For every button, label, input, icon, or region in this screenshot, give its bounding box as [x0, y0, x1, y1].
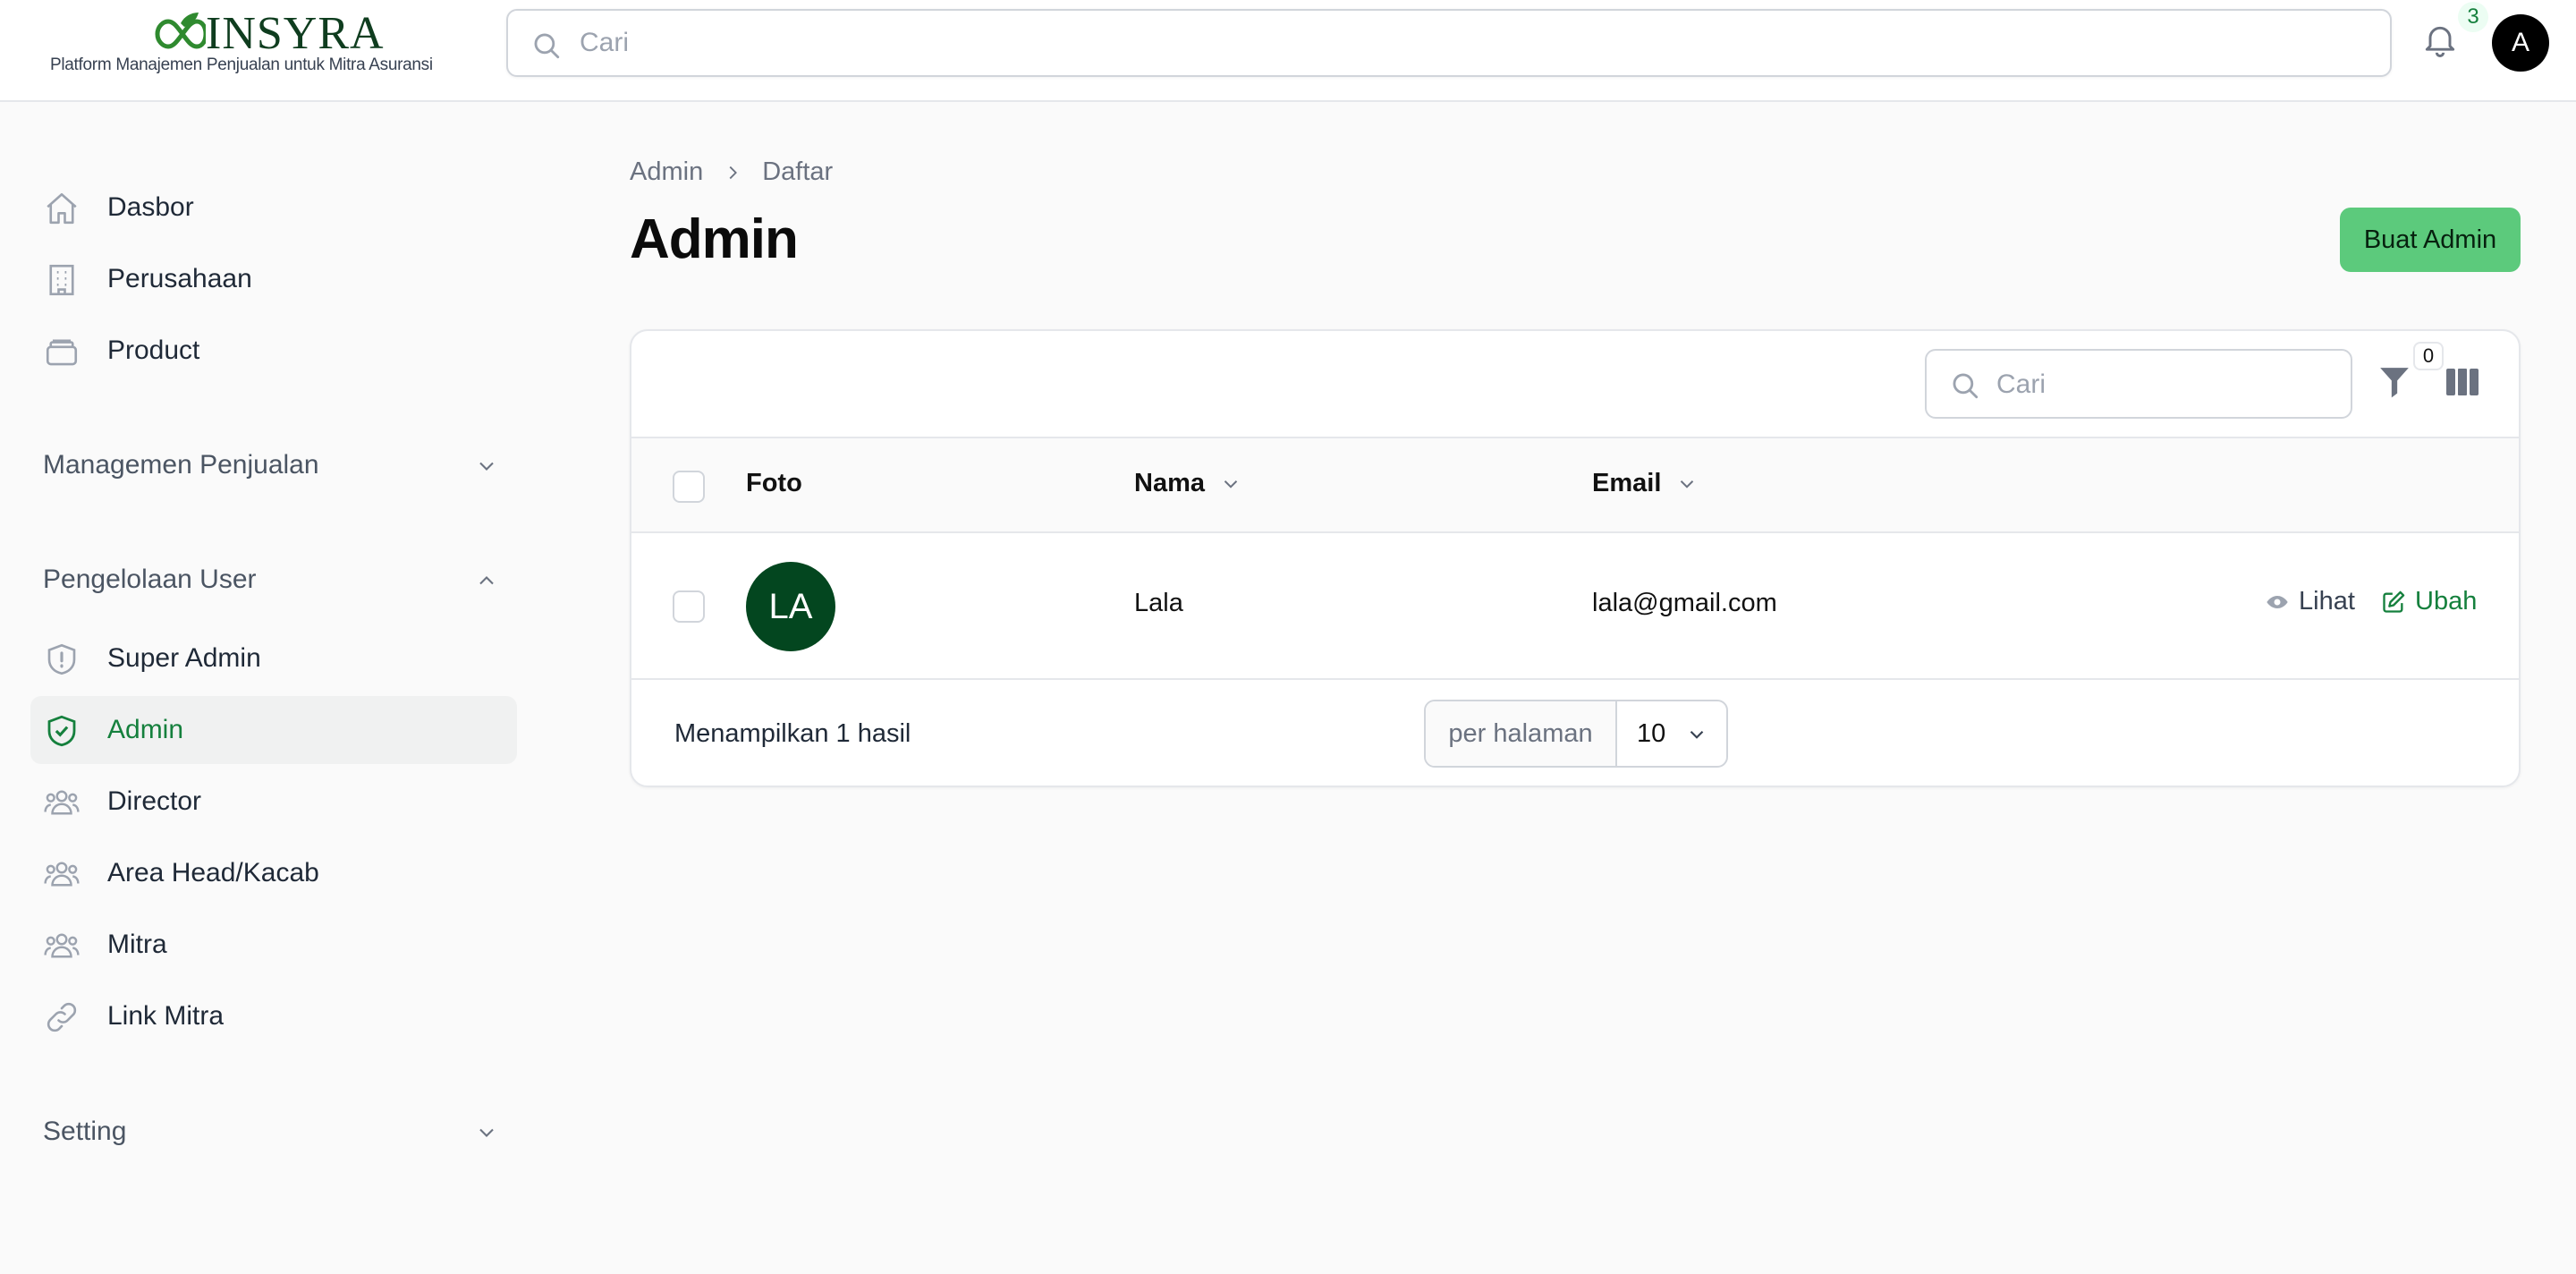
table-search[interactable]: [1925, 349, 2352, 419]
column-label: Email: [1592, 469, 1662, 497]
group-pengelolaan-user[interactable]: Pengelolaan User: [43, 557, 499, 602]
user-group-icon: [43, 927, 80, 964]
box-icon: [43, 333, 80, 370]
sidebar-item-admin[interactable]: Admin: [30, 696, 517, 764]
filter-button[interactable]: [2377, 363, 2413, 403]
top-bar: INSYRA Platform Manajemen Penjualan untu…: [0, 0, 2576, 102]
chevron-down-icon: [1690, 730, 1704, 739]
user-group-icon: [43, 784, 80, 821]
brand-name: INSYRA: [206, 8, 385, 59]
group-label: Managemen Penjualan: [43, 450, 319, 480]
bell-icon: [2425, 26, 2455, 57]
search-icon: [534, 33, 560, 59]
admin-table-card: 0 Foto Nama Email LA Lala lala@gmail.com…: [630, 329, 2521, 787]
row-checkbox[interactable]: [673, 590, 705, 623]
sidebar-item-label: Director: [107, 786, 202, 816]
notification-badge: 3: [2458, 2, 2488, 32]
per-page-select[interactable]: per halaman 10: [1424, 700, 1728, 768]
global-search[interactable]: [506, 9, 2392, 77]
global-search-input[interactable]: [580, 23, 2351, 63]
sidebar-item-label: Perusahaan: [107, 264, 252, 293]
sidebar-item-label: Dasbor: [107, 192, 194, 222]
breadcrumb-daftar: Daftar: [762, 157, 834, 186]
shield-check-icon: [43, 712, 80, 750]
group-managemen-penjualan[interactable]: Managemen Penjualan: [43, 443, 499, 488]
edit-action[interactable]: Ubah: [2381, 587, 2477, 616]
group-label: Setting: [43, 1117, 127, 1146]
cell-email: lala@gmail.com: [1592, 589, 1777, 617]
sort-chevron-down-icon: [1681, 480, 1694, 488]
table-search-input[interactable]: [1996, 365, 2336, 404]
shield-exclamation-icon: [43, 641, 80, 678]
notifications-button[interactable]: [2420, 21, 2463, 64]
eye-icon: [2267, 595, 2288, 608]
per-page-value: 10: [1637, 719, 1666, 748]
column-header-foto: Foto: [746, 469, 802, 498]
table-header: Foto Nama Email: [631, 437, 2519, 533]
sidebar-item-label: Link Mitra: [107, 1001, 225, 1031]
brand-logo[interactable]: INSYRA Platform Manajemen Penjualan untu…: [50, 9, 470, 81]
edit-label: Ubah: [2415, 587, 2478, 616]
sidebar-item-label: Area Head/Kacab: [107, 858, 319, 888]
sidebar-item-label: Admin: [107, 715, 184, 744]
table-footer: Menampilkan 1 hasil per halaman 10: [631, 680, 2519, 786]
sidebar-item-director[interactable]: Director: [30, 768, 517, 836]
sidebar-item-mitra[interactable]: Mitra: [30, 911, 517, 979]
columns-toggle-button[interactable]: [2445, 367, 2479, 397]
chevron-right-icon: [729, 166, 738, 179]
sidebar-item-dasbor[interactable]: Dasbor: [30, 174, 517, 242]
columns-icon: [2446, 369, 2479, 395]
user-avatar[interactable]: A: [2492, 14, 2549, 72]
filter-count-badge: 0: [2413, 342, 2444, 370]
cell-nama: Lala: [1134, 589, 1183, 617]
column-header-nama[interactable]: Nama: [1134, 469, 1242, 498]
chevron-down-icon: [479, 1128, 494, 1137]
building-icon: [43, 261, 80, 299]
view-action[interactable]: Lihat: [2265, 587, 2355, 616]
breadcrumb-admin[interactable]: Admin: [630, 157, 703, 187]
user-group-icon: [43, 855, 80, 893]
sidebar-item-perusahaan[interactable]: Perusahaan: [30, 245, 517, 313]
sidebar-item-product[interactable]: Product: [30, 317, 517, 385]
infinity-leaf-icon: [155, 13, 206, 49]
per-page-label: per halaman: [1426, 701, 1617, 766]
column-label: Foto: [746, 469, 802, 497]
avatar: LA: [746, 562, 835, 651]
filter-icon: [2380, 368, 2409, 398]
sort-chevron-down-icon: [1224, 480, 1238, 488]
edit-icon: [2383, 590, 2405, 613]
page-title: Admin: [630, 208, 799, 270]
home-icon: [43, 190, 80, 227]
breadcrumb: Admin Daftar: [630, 157, 833, 187]
result-count: Menampilkan 1 hasil: [674, 719, 911, 748]
column-header-email[interactable]: Email: [1592, 469, 1699, 498]
sidebar: Dasbor Perusahaan Product Managemen Penj…: [0, 104, 546, 1274]
link-icon: [43, 998, 80, 1036]
logo-mark: INSYRA: [141, 9, 385, 59]
sidebar-item-label: Product: [107, 335, 200, 365]
column-label: Nama: [1134, 469, 1205, 497]
select-all-checkbox[interactable]: [673, 471, 705, 503]
sidebar-item-label: Super Admin: [107, 643, 261, 673]
sidebar-item-super-admin[interactable]: Super Admin: [30, 624, 517, 692]
chevron-down-icon: [479, 462, 494, 471]
sidebar-item-label: Mitra: [107, 930, 167, 959]
sidebar-item-link-mitra[interactable]: Link Mitra: [30, 982, 517, 1050]
brand-tagline: Platform Manajemen Penjualan untuk Mitra…: [50, 55, 433, 74]
chevron-up-icon: [479, 576, 494, 585]
view-label: Lihat: [2299, 587, 2355, 616]
sidebar-item-area-head[interactable]: Area Head/Kacab: [30, 839, 517, 907]
group-label: Pengelolaan User: [43, 565, 257, 594]
group-setting[interactable]: Setting: [43, 1109, 499, 1154]
create-admin-button[interactable]: Buat Admin: [2340, 208, 2521, 272]
search-icon: [1953, 373, 1979, 399]
table-row: LA Lala lala@gmail.com Lihat Ubah: [631, 533, 2519, 680]
